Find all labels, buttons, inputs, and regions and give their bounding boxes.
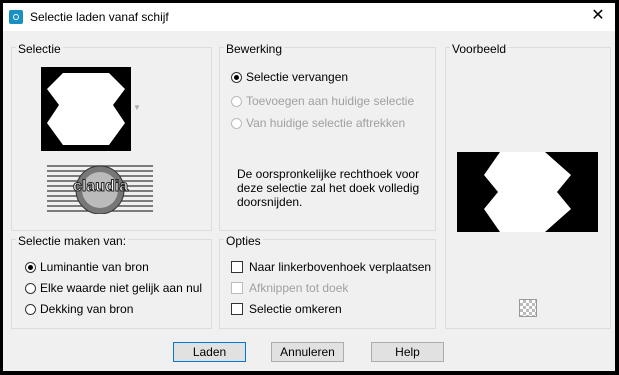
checkbox-label: Naar linkerbovenhoek verplaatsen bbox=[249, 260, 432, 274]
radio-label: Dekking van bron bbox=[40, 302, 134, 316]
radio-aftrekken[interactable]: Van huidige selectie aftrekken bbox=[231, 116, 405, 130]
radio-label: Van huidige selectie aftrekken bbox=[246, 116, 406, 130]
radio-elke-waarde[interactable]: Elke waarde niet gelijk aan nul bbox=[25, 281, 202, 295]
radio-off-icon bbox=[231, 95, 242, 107]
checkbox-afknippen[interactable]: Afknippen tot doek bbox=[231, 281, 348, 295]
checkbox-icon bbox=[231, 261, 243, 273]
radio-toevoegen[interactable]: Toevoegen aan huidige selectie bbox=[231, 94, 414, 108]
bewerking-label: Bewerking bbox=[224, 42, 285, 56]
checkbox-linkerbovenhoek[interactable]: Naar linkerbovenhoek verplaatsen bbox=[231, 260, 431, 274]
voorbeeld-label: Voorbeeld bbox=[450, 42, 509, 56]
radio-on-icon bbox=[25, 261, 36, 273]
annuleren-button[interactable]: Annuleren bbox=[271, 342, 344, 362]
radio-luminantie[interactable]: Luminantie van bron bbox=[25, 260, 149, 274]
laden-button[interactable]: Laden bbox=[173, 342, 246, 362]
window-title: Selectie laden vanaf schijf bbox=[30, 10, 169, 24]
checkbox-label: Afknippen tot doek bbox=[249, 281, 349, 295]
checkbox-label: Selectie omkeren bbox=[249, 302, 342, 316]
radio-off-icon bbox=[25, 282, 36, 294]
selection-shape bbox=[47, 73, 125, 145]
radio-label: Elke waarde niet gelijk aan nul bbox=[40, 281, 203, 295]
close-icon[interactable]: ✕ bbox=[587, 6, 609, 26]
opties-label: Opties bbox=[224, 234, 263, 248]
radio-label: Luminantie van bron bbox=[40, 260, 149, 274]
selection-thumbnail[interactable] bbox=[41, 67, 131, 151]
watermark-logo: claudia bbox=[47, 162, 153, 215]
checkbox-icon bbox=[231, 282, 243, 294]
preview-shape bbox=[484, 152, 571, 232]
help-button[interactable]: Help bbox=[371, 342, 444, 362]
dialog-window: Selectie laden vanaf schijf ✕ Selectie ▼… bbox=[3, 3, 615, 371]
checkbox-omkeren[interactable]: Selectie omkeren bbox=[231, 302, 342, 316]
app-icon bbox=[9, 10, 23, 24]
bewerking-description: De oorspronkelijke rechthoek voor deze s… bbox=[237, 167, 420, 209]
radio-off-icon bbox=[25, 303, 36, 315]
thumbnail-dropdown-arrow-icon[interactable]: ▼ bbox=[133, 103, 141, 112]
radio-label: Toevoegen aan huidige selectie bbox=[246, 94, 415, 108]
radio-on-icon bbox=[231, 71, 242, 83]
radio-label: Selectie vervangen bbox=[246, 70, 349, 84]
title-bar: Selectie laden vanaf schijf ✕ bbox=[3, 3, 615, 31]
preview-image bbox=[457, 152, 598, 232]
transparency-toggle-icon[interactable] bbox=[519, 299, 537, 317]
checkbox-icon bbox=[231, 303, 243, 315]
radio-dekking[interactable]: Dekking van bron bbox=[25, 302, 133, 316]
selectie-label: Selectie bbox=[16, 42, 63, 56]
selectie-maken-label: Selectie maken van: bbox=[16, 234, 129, 248]
radio-off-icon bbox=[231, 117, 242, 129]
watermark-text: claudia bbox=[72, 178, 129, 196]
radio-selectie-vervangen[interactable]: Selectie vervangen bbox=[231, 70, 348, 84]
